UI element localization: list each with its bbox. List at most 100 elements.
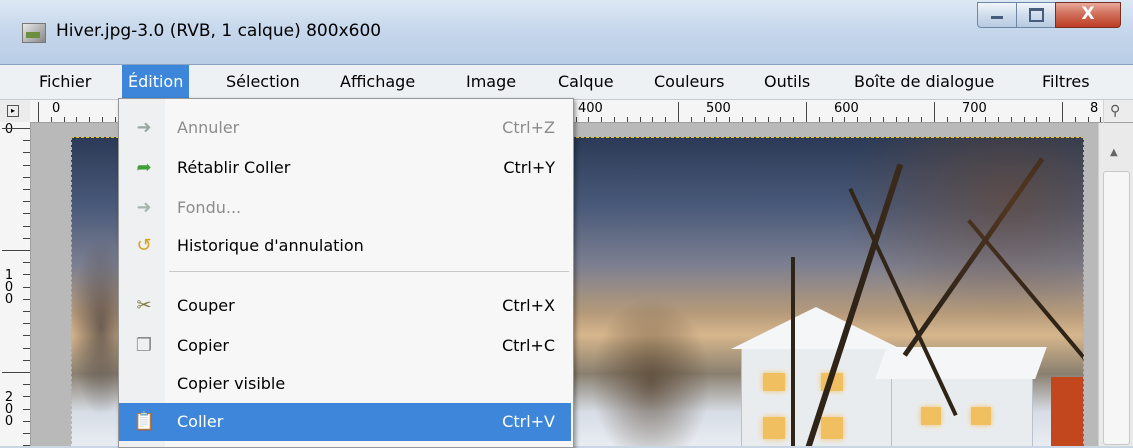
ruler-tick — [23, 177, 30, 178]
menu-image[interactable]: Image — [460, 65, 522, 99]
ruler-tick — [23, 226, 30, 227]
ruler-tick — [857, 117, 858, 122]
ruler-tick — [588, 117, 589, 122]
menu-arrow-icon: ▸ — [7, 105, 19, 117]
ruler-tick — [23, 433, 30, 434]
redo-icon: ➦ — [136, 157, 152, 178]
menu-boite-de-dialogue[interactable]: Boîte de dialogue — [848, 65, 1000, 99]
ruler-tick — [627, 117, 628, 122]
paste-icon: 📋 — [133, 411, 156, 432]
menu-item-label: Coller — [177, 412, 224, 431]
menu-item-label: Historique d'annulation — [177, 236, 364, 255]
ruler-tick — [23, 262, 30, 263]
ruler-tick — [742, 117, 743, 122]
menu-filtres[interactable]: Filtres — [1036, 65, 1096, 99]
scroll-up-icon[interactable]: ▲ — [1110, 147, 1118, 158]
ruler-tick — [38, 102, 39, 122]
vertical-scrollbar[interactable]: ▲ — [1098, 123, 1133, 446]
ruler-tick — [614, 117, 615, 122]
ruler-tick — [2, 128, 30, 129]
ruler-tick — [115, 117, 116, 122]
minimize-button[interactable] — [977, 2, 1017, 28]
close-button[interactable]: X — [1055, 2, 1121, 28]
ruler-tick — [23, 140, 30, 141]
menu-item-shortcut: Ctrl+C — [501, 336, 555, 355]
ruler-tick — [23, 287, 30, 288]
zoom-button[interactable]: ⚲ — [1104, 100, 1133, 123]
ruler-tick — [76, 117, 77, 122]
ruler-tick — [908, 117, 909, 122]
ruler-tick — [870, 117, 871, 122]
ruler-tick — [64, 117, 65, 122]
menu-bar: Fichier Édition Sélection Affichage Imag… — [0, 65, 1133, 100]
menu-item-couper[interactable]: ✂ Couper Ctrl+X — [119, 287, 571, 325]
menu-item-historique[interactable]: ↺ Historique d'annulation — [119, 227, 571, 265]
ruler-tick — [947, 117, 948, 122]
minimize-icon — [991, 16, 1003, 19]
ruler-tick — [819, 117, 820, 122]
app-image-icon — [22, 23, 46, 43]
ruler-tick — [678, 102, 679, 122]
menu-outils[interactable]: Outils — [758, 65, 816, 99]
scroll-thumb[interactable] — [1103, 171, 1130, 445]
menu-affichage[interactable]: Affichage — [334, 65, 421, 99]
menu-couleurs[interactable]: Couleurs — [648, 65, 730, 99]
menu-item-fondu[interactable]: ➜ Fondu... — [119, 189, 571, 227]
window-title: Hiver.jpg-3.0 (RVB, 1 calque) 800x600 — [56, 21, 382, 41]
ruler-tick — [51, 117, 52, 122]
menu-item-copier-visible[interactable]: Copier visible — [119, 365, 571, 403]
fade-icon: ➜ — [136, 197, 152, 218]
ruler-tick — [1075, 117, 1076, 122]
ruler-tick — [665, 117, 666, 122]
ruler-tick — [960, 117, 961, 122]
ruler-tick — [89, 117, 90, 122]
copy-icon: ❐ — [135, 335, 153, 356]
ruler-tick — [23, 421, 30, 422]
ruler-tick — [793, 117, 794, 122]
ruler-tick — [768, 117, 769, 122]
ruler-tick — [1036, 117, 1037, 122]
menu-calque[interactable]: Calque — [552, 65, 620, 99]
menu-item-copier[interactable]: ❐ Copier Ctrl+C — [119, 327, 571, 365]
ruler-label: 0 — [4, 122, 14, 137]
ruler-tick — [780, 117, 781, 122]
ruler-tick — [23, 409, 30, 410]
ruler-tick — [1024, 117, 1025, 122]
ruler-label: 8 — [1090, 101, 1099, 116]
ruler-tick — [896, 117, 897, 122]
ruler-label: 400 — [578, 101, 603, 116]
menu-edition[interactable]: Édition — [122, 65, 190, 99]
zoom-icon: ⚲ — [1110, 103, 1121, 119]
ruler-tick — [1011, 117, 1012, 122]
ruler-tick — [1049, 117, 1050, 122]
menu-fichier[interactable]: Fichier — [33, 65, 97, 99]
menu-item-retablir-coller[interactable]: ➦ Rétablir Coller Ctrl+Y — [119, 149, 571, 187]
ruler-tick — [998, 117, 999, 122]
menu-item-annuler[interactable]: ➜ Annuler Ctrl+Z — [119, 109, 571, 147]
menu-item-coller[interactable]: 📋 Coller Ctrl+V — [119, 403, 571, 441]
ruler-tick — [23, 311, 30, 312]
cut-icon: ✂ — [136, 295, 152, 316]
ruler-label: 500 — [706, 101, 731, 116]
menu-item-shortcut: Ctrl+Y — [503, 158, 555, 177]
ruler-tick — [2, 372, 30, 373]
title-bar: Hiver.jpg-3.0 (RVB, 1 calque) 800x600 X — [0, 0, 1133, 65]
ruler-tick — [23, 165, 30, 166]
ruler-tick — [985, 117, 986, 122]
ruler-tick — [729, 117, 730, 122]
ruler-tick — [1062, 102, 1063, 122]
menu-item-label: Copier — [177, 336, 229, 355]
ruler-label: 600 — [834, 101, 859, 116]
ruler-tick — [640, 117, 641, 122]
ruler-corner-button[interactable]: ▸ — [0, 100, 31, 123]
maximize-button[interactable] — [1016, 2, 1056, 28]
ruler-tick — [1088, 117, 1089, 122]
ruler-tick — [23, 384, 30, 385]
ruler-tick — [23, 201, 30, 202]
menu-item-label: Couper — [177, 296, 235, 315]
menu-item-label: Fondu... — [177, 198, 242, 217]
menu-item-label: Rétablir Coller — [177, 158, 291, 177]
menu-selection[interactable]: Sélection — [220, 65, 306, 99]
ruler-tick — [23, 335, 30, 336]
window-controls: X — [977, 2, 1121, 32]
